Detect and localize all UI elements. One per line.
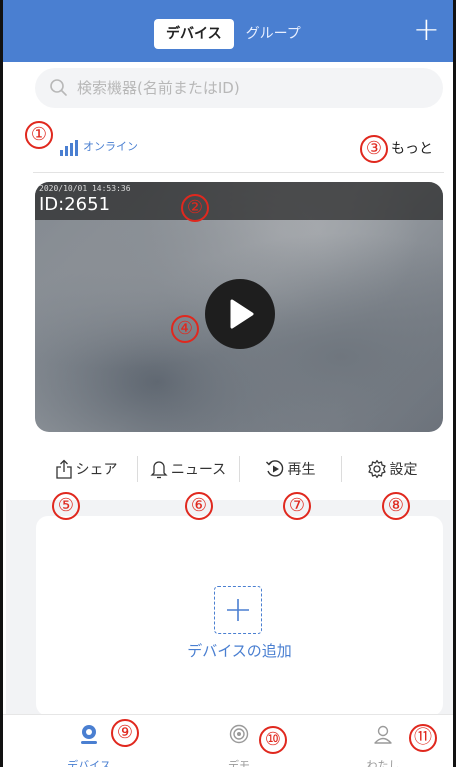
device-actions: シェア ニュース 再生 設定 (35, 452, 443, 486)
add-device-card[interactable]: デバイスの追加 (36, 516, 443, 716)
gear-icon (367, 459, 386, 479)
bell-icon (150, 461, 168, 479)
search-bar[interactable] (35, 68, 443, 108)
video-timestamp: 2020/10/01 14:53:36 (39, 184, 131, 193)
annotation-11: ⑪ (409, 724, 437, 752)
add-device-label: デバイスの追加 (187, 642, 292, 660)
plus-icon (227, 599, 249, 621)
device-id-label: ID:2651 (39, 194, 111, 215)
search-icon (50, 79, 67, 96)
annotation-1: ① (25, 121, 53, 149)
camera-pin-icon (81, 725, 97, 744)
annotation-2: ② (181, 194, 209, 222)
annotation-7: ⑦ (283, 492, 311, 520)
bottom-tab-bar: デバイス デモ わたし (3, 714, 453, 767)
play-icon (230, 299, 254, 329)
video-preview[interactable]: 2020/10/01 14:53:36 ID:2651 (35, 182, 443, 432)
share-button[interactable]: シェア (35, 452, 137, 486)
video-overlay-bar: 2020/10/01 14:53:36 ID:2651 (35, 182, 443, 220)
segment-control: デバイス グループ (154, 19, 313, 49)
settings-label: 設定 (389, 462, 418, 478)
demo-icon (229, 724, 249, 744)
annotation-3: ③ (360, 135, 388, 163)
play-button[interactable] (205, 279, 275, 349)
news-label: ニュース (170, 462, 227, 478)
annotation-5: ⑤ (52, 492, 80, 520)
search-input[interactable] (77, 79, 407, 97)
online-status: オンライン (83, 140, 138, 153)
annotation-8: ⑧ (382, 492, 410, 520)
tab-groups-top[interactable]: グループ (234, 19, 313, 49)
add-button[interactable]: + (413, 13, 440, 45)
share-label: シェア (75, 462, 118, 478)
tab-devices-label: デバイス (67, 759, 111, 767)
more-button[interactable]: もっと (391, 138, 433, 158)
playback-icon (265, 460, 283, 477)
tab-me-label: わたし (366, 759, 400, 767)
settings-button[interactable]: 設定 (341, 452, 443, 486)
share-icon (55, 459, 72, 479)
annotation-9: ⑨ (111, 719, 139, 747)
annotation-6: ⑥ (185, 492, 213, 520)
user-icon (374, 725, 392, 744)
tab-devices-top[interactable]: デバイス (154, 19, 234, 49)
annotation-4: ④ (171, 315, 199, 343)
playback-label: 再生 (287, 462, 316, 478)
divider (33, 172, 444, 173)
tab-demo-label: デモ (228, 759, 250, 767)
playback-button[interactable]: 再生 (239, 452, 341, 486)
add-device-box[interactable] (214, 586, 262, 634)
signal-icon (60, 140, 78, 156)
app-screen: デバイス グループ + オンライン もっと 2020/10/01 14:53:3… (0, 0, 456, 767)
top-bar: デバイス グループ + (3, 0, 453, 62)
news-button[interactable]: ニュース (137, 452, 239, 486)
annotation-10: ⑩ (259, 726, 287, 754)
